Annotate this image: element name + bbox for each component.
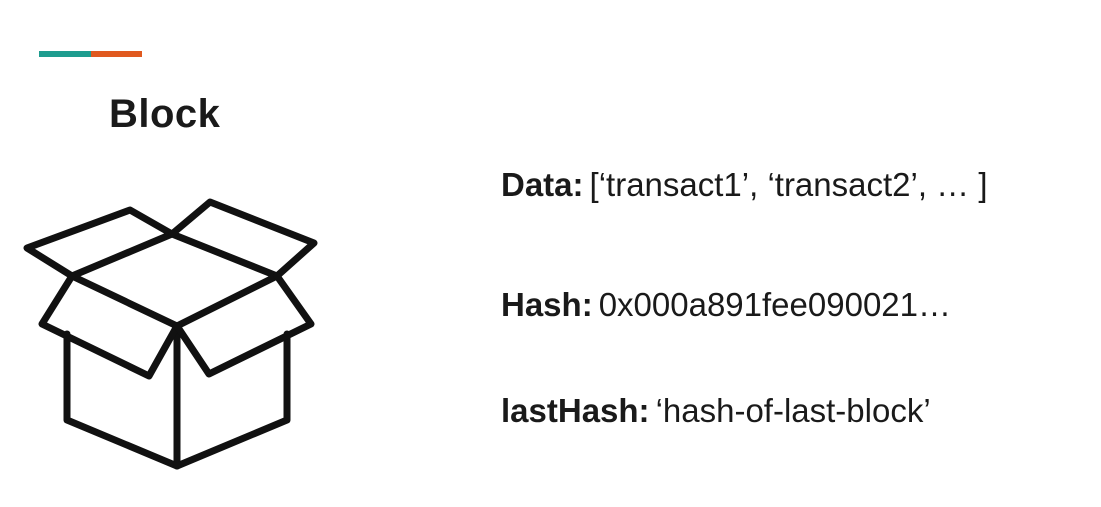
- field-lasthash: lastHash: ‘hash-of-last-block’: [501, 394, 931, 427]
- accent-segment-orange: [90, 51, 142, 57]
- field-lasthash-key: lastHash:: [501, 392, 650, 429]
- field-lasthash-value: ‘hash-of-last-block’: [655, 392, 931, 429]
- open-box-icon: [23, 198, 318, 470]
- box-rim: [68, 230, 281, 330]
- field-hash-value: 0x000a891fee090021…: [598, 286, 952, 323]
- field-data-key: Data:: [501, 166, 584, 203]
- field-hash: Hash: 0x000a891fee090021…: [501, 288, 951, 321]
- title-accent-bar: [39, 51, 142, 57]
- field-data: Data: [‘transact1’, ‘transact2’, … ]: [501, 168, 988, 201]
- accent-segment-teal: [39, 51, 91, 57]
- slide-title: Block: [109, 92, 221, 136]
- field-hash-key: Hash:: [501, 286, 593, 323]
- field-data-value: [‘transact1’, ‘transact2’, … ]: [589, 166, 988, 203]
